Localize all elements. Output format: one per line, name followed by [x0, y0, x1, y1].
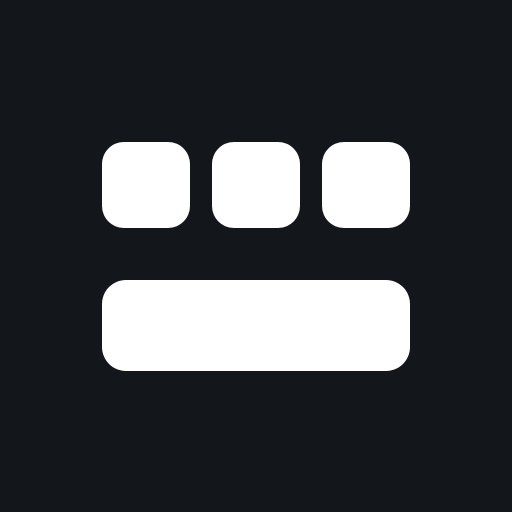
top-row-key-middle [212, 142, 300, 228]
keyboard-icon [0, 0, 512, 512]
space-bar-key [102, 280, 410, 371]
top-row-key-right [322, 142, 410, 228]
app-icon [0, 0, 512, 512]
top-row-key-left [102, 142, 190, 228]
